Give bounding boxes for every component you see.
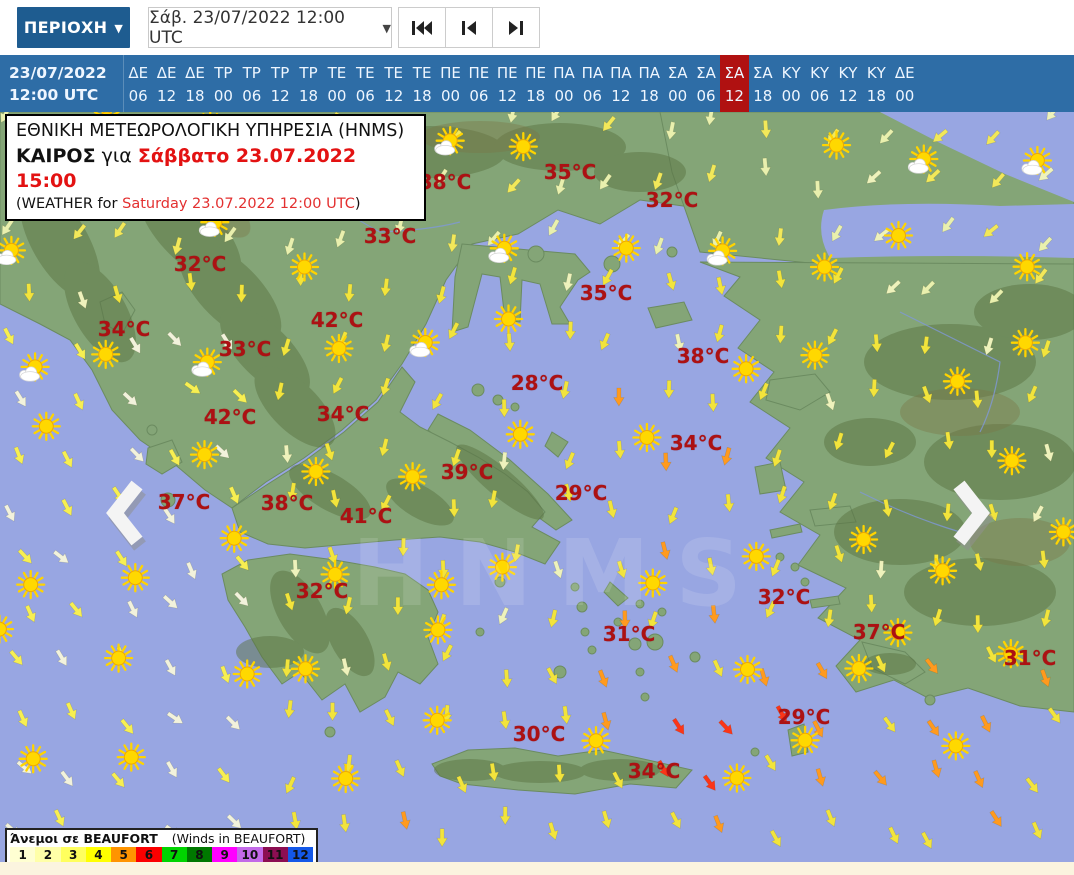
previous-step-icon (462, 20, 476, 35)
beaufort-cell-3: 3 (60, 847, 86, 862)
page-bottom-strip (0, 862, 1074, 875)
timeline-step-ΔΕ-00[interactable]: ΔΕ 00 (891, 55, 919, 112)
beaufort-legend: Άνεμοι σε BEAUFORT (Winds in BEAUFORT) 12… (5, 828, 318, 862)
forecast-info-box: ΕΘΝΙΚΗ ΜΕΤΕΩΡΟΛΟΓΙΚΗ ΥΠΗΡΕΣΙΑ (HNMS) ΚΑΙ… (5, 114, 426, 222)
region-dropdown-button[interactable]: ΠΕΡΙΟΧΗ ▼ (17, 7, 130, 48)
timeline-step-ΔΕ-12[interactable]: ΔΕ 12 (152, 55, 180, 112)
timeline-step-ΣΑ-00[interactable]: ΣΑ 00 (663, 55, 691, 112)
beaufort-cell-2: 2 (35, 847, 61, 862)
top-toolbar: ΠΕΡΙΟΧΗ ▼ Σάβ. 23/07/2022 12:00 UTC ▼ (0, 0, 1074, 55)
beaufort-cell-12: 12 (287, 847, 313, 862)
timeline-step-ΣΑ-06[interactable]: ΣΑ 06 (692, 55, 720, 112)
chevron-down-icon: ▼ (114, 22, 124, 35)
beaufort-cell-11: 11 (262, 847, 288, 862)
chevron-right-icon (953, 480, 994, 551)
timeline-step-ΤΕ-00[interactable]: ΤΕ 00 (323, 55, 351, 112)
previous-step-button[interactable] (445, 7, 493, 48)
beaufort-cell-7: 7 (161, 847, 187, 862)
timeline-step-ΤΕ-06[interactable]: ΤΕ 06 (351, 55, 379, 112)
next-step-icon (509, 20, 523, 35)
timeline-time: 12:00 UTC (9, 86, 99, 105)
timeline-step-ΚΥ-06[interactable]: ΚΥ 06 (805, 55, 833, 112)
skip-to-first-button[interactable] (398, 7, 446, 48)
timeline-step-ΠΑ-06[interactable]: ΠΑ 06 (578, 55, 606, 112)
beaufort-cell-8: 8 (186, 847, 212, 862)
beaufort-cell-10: 10 (237, 847, 263, 862)
timeline-step-ΤΡ-18[interactable]: ΤΡ 18 (294, 55, 322, 112)
timeline-step-ΠΕ-06[interactable]: ΠΕ 06 (465, 55, 493, 112)
skip-to-first-icon (412, 20, 432, 35)
timeline-step-ΠΕ-00[interactable]: ΠΕ 00 (436, 55, 464, 112)
forecast-title-gr: ΚΑΙΡΟΣ για Σάββατο 23.07.2022 15:00 (16, 144, 357, 193)
timeline-step-ΠΑ-18[interactable]: ΠΑ 18 (635, 55, 663, 112)
beaufort-cell-6: 6 (136, 847, 162, 862)
weather-map: HNMS 38°C35°C32°C37°C33°C32°C35°C34°C42°… (0, 112, 1074, 862)
region-label: ΠΕΡΙΟΧΗ (23, 18, 108, 37)
timeline-step-ΚΥ-00[interactable]: ΚΥ 00 (777, 55, 805, 112)
timeline-step-ΣΑ-12[interactable]: ΣΑ 12 (720, 55, 749, 112)
timeline-current-datetime: 23/07/2022 12:00 UTC (0, 55, 124, 112)
weather-app: ΠΕΡΙΟΧΗ ▼ Σάβ. 23/07/2022 12:00 UTC ▼ 23… (0, 0, 1074, 875)
time-nav-group (398, 7, 540, 48)
timeline-step-ΤΕ-12[interactable]: ΤΕ 12 (380, 55, 408, 112)
timeline-step-ΠΑ-12[interactable]: ΠΑ 12 (607, 55, 635, 112)
datetime-dropdown[interactable]: Σάβ. 23/07/2022 12:00 UTC ▼ (148, 7, 392, 48)
timeline-step-ΤΡ-06[interactable]: ΤΡ 06 (238, 55, 266, 112)
timeline-step-ΤΕ-18[interactable]: ΤΕ 18 (408, 55, 436, 112)
legend-title: Άνεμοι σε BEAUFORT (Winds in BEAUFORT) (10, 831, 306, 846)
timeline-step-ΠΕ-12[interactable]: ΠΕ 12 (493, 55, 521, 112)
timeline-step-ΚΥ-12[interactable]: ΚΥ 12 (834, 55, 862, 112)
timeline-step-ΚΥ-18[interactable]: ΚΥ 18 (862, 55, 890, 112)
beaufort-cell-5: 5 (111, 847, 137, 862)
timeline-step-ΣΑ-18[interactable]: ΣΑ 18 (749, 55, 777, 112)
datetime-dropdown-value: Σάβ. 23/07/2022 12:00 UTC (149, 7, 345, 48)
beaufort-cell-9: 9 (212, 847, 238, 862)
timeline-date: 23/07/2022 (9, 64, 107, 82)
timeline-steps: ΔΕ 06 ΔΕ 12 ΔΕ 18 ΤΡ 00 ΤΡ 06 ΤΡ 12 ΤΡ 18 ΤΕ 00 ΤΕ 06 ΤΕ 12… (124, 55, 919, 112)
beaufort-scale: 1 2 3 4 5 6 7 8 9 10 11 12 (10, 847, 313, 862)
timeline-step-ΤΡ-12[interactable]: ΤΡ 12 (266, 55, 294, 112)
timeline-step-ΔΕ-06[interactable]: ΔΕ 06 (124, 55, 152, 112)
timeline-step-ΔΕ-18[interactable]: ΔΕ 18 (181, 55, 209, 112)
pan-right-button[interactable] (946, 474, 998, 552)
timeline-step-ΠΕ-18[interactable]: ΠΕ 18 (521, 55, 549, 112)
timeline-step-ΤΡ-00[interactable]: ΤΡ 00 (209, 55, 237, 112)
agency-title: ΕΘΝΙΚΗ ΜΕΤΕΩΡΟΛΟΓΙΚΗ ΥΠΗΡΕΣΙΑ (HNMS) (16, 121, 405, 141)
map-graphic (0, 112, 1074, 862)
beaufort-cell-1: 1 (10, 847, 36, 862)
chevron-left-icon (106, 480, 146, 551)
timeline-step-ΠΑ-00[interactable]: ΠΑ 00 (550, 55, 578, 112)
forecast-title-en: (WEATHER for Saturday 23.07.2022 12:00 U… (16, 195, 361, 212)
next-step-button[interactable] (492, 7, 540, 48)
pan-left-button[interactable] (98, 474, 150, 552)
beaufort-cell-4: 4 (85, 847, 111, 862)
chevron-down-icon: ▼ (382, 22, 391, 35)
timeline-bar: 23/07/2022 12:00 UTC ΔΕ 06 ΔΕ 12 ΔΕ 18 ΤΡ 00 ΤΡ 0… (0, 55, 1074, 112)
